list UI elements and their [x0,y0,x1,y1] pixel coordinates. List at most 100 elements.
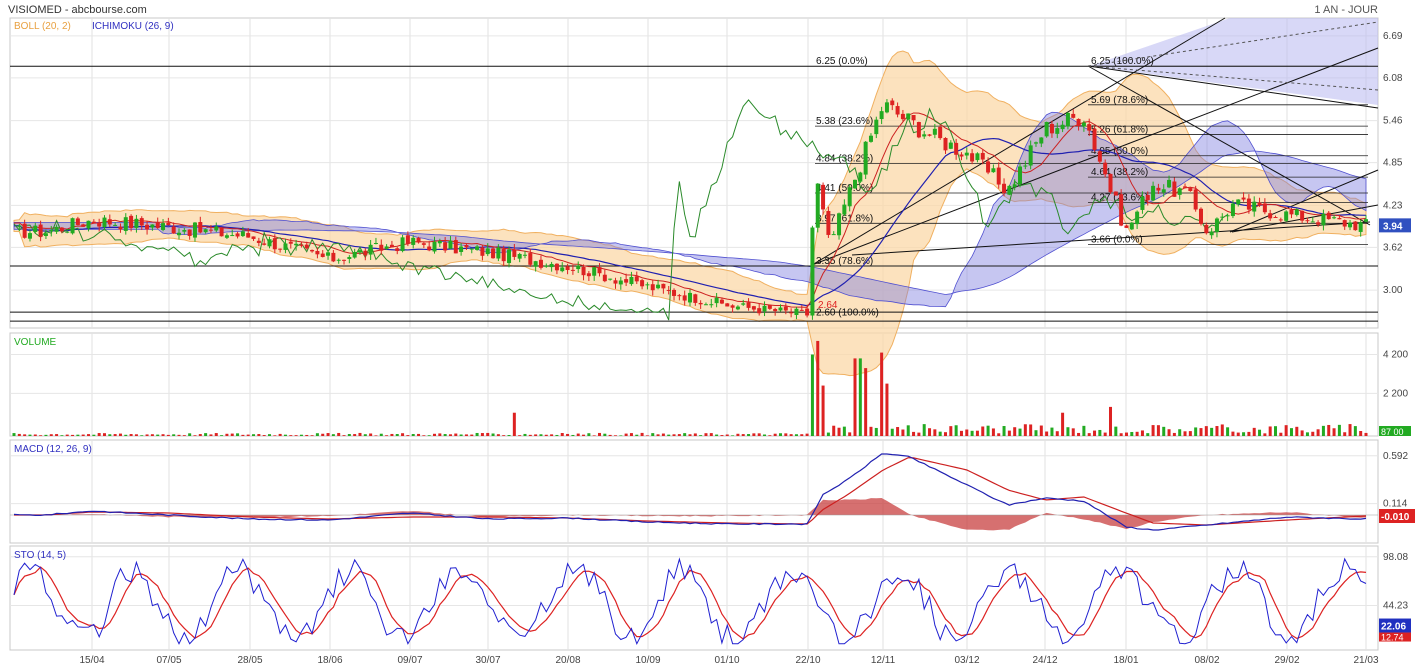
candle-body [719,299,724,304]
volume-bar [896,427,900,436]
volume-bar [433,433,437,436]
volume-bar [326,433,330,436]
volume-bar [220,435,224,436]
candle-body [645,284,650,286]
candle-body [629,276,634,285]
candle-body [735,306,740,310]
volume-bar [1018,428,1022,436]
volume-bar [406,435,410,436]
candle-body [810,227,815,316]
macd-label: MACD (12, 26, 9) [14,444,92,455]
volume-bar [118,433,122,436]
candle-body [139,218,144,226]
sto-label: STO (14, 5) [14,550,66,561]
candle-body [214,226,219,231]
volume-bar [379,433,383,436]
price-y-tick: 6.08 [1383,73,1403,84]
candle-body [916,122,921,138]
volume-bar [1242,432,1246,436]
volume-bar [1146,433,1150,436]
macd-y-tick: 0.114 [1383,499,1408,510]
volume-bar [438,433,442,436]
candle-body [757,308,762,314]
volume-bar [230,433,234,436]
candle-body [1087,124,1092,131]
volume-bar [23,434,27,436]
sto-k-value: 22.06 [1381,622,1406,633]
x-tick-label: 21/03 [1353,655,1378,666]
sto-panel [9,545,1379,651]
candle-body [1278,219,1283,221]
candle-body [1129,222,1134,230]
volume-bar [821,385,825,436]
volume-bar [869,426,873,436]
volume-bar [901,429,905,436]
volume-bar [1258,429,1262,436]
candle-body [357,250,362,253]
volume-bar [986,425,990,436]
volume-bar [683,433,687,436]
volume-bar [800,434,804,436]
volume-bar [1220,424,1224,436]
x-tick-label: 01/10 [714,655,739,666]
volume-bar [890,428,894,436]
volume-bar [252,434,256,436]
volume-bar [709,433,713,436]
volume-bar [560,433,564,436]
volume-bar [448,434,452,436]
volume-bar [965,429,969,436]
candle-body [608,278,613,280]
candle-body [150,224,155,228]
volume-bar [731,435,735,436]
volume-bar [177,434,181,436]
candle-body [672,289,677,296]
volume-bar [145,434,149,436]
candle-body [773,309,778,312]
stock-chart: VISIOMED - abcbourse.com 1 AN - JOUR 6.2… [8,4,1415,666]
candle-body [959,154,964,157]
candle-body [134,218,139,228]
candle-body [1081,122,1086,127]
volume-bar [619,435,623,436]
price-chart-layer: 6.25 (0.0%)5.38 (23.6%)4.84 (38.2%)4.41 … [10,17,1411,377]
candle-body [155,222,160,228]
volume-bar [358,432,362,436]
candle-body [464,245,469,248]
volume-bar [257,434,261,436]
volume-bar [182,435,186,436]
volume-bar [550,434,554,436]
volume-bar [374,435,378,436]
candle-body [533,261,538,267]
candle-body [272,238,277,250]
candle-body [1300,210,1305,221]
candle-body [581,266,586,276]
candle-body [1220,216,1225,218]
candle-body [906,113,911,120]
candle-body [219,227,224,237]
candle-body [251,236,256,239]
candle-body [794,308,799,315]
candle-body [389,244,394,248]
candle-body [123,217,128,231]
x-tick-label: 29/02 [1274,655,1299,666]
volume-bar [1156,425,1160,436]
volume-bar [693,433,697,436]
volume-bar [661,433,665,436]
candle-body [379,244,384,251]
candle-body [565,266,570,270]
volume-bar [763,434,767,436]
volume-bar [1151,425,1155,436]
volume-bar [773,433,777,436]
last-price-value: 3.94 [1383,221,1403,232]
candle-body [693,294,698,303]
fibonacci-label: 6.25 (0.0%) [816,56,868,67]
candle-body [528,253,533,265]
volume-bar [188,433,192,436]
candle-body [336,259,341,261]
volume-bar [337,432,341,436]
volume-bar [134,434,138,436]
candle-body [86,220,91,229]
volume-bar [555,434,559,436]
volume-bar [1305,432,1309,436]
volume-bar [959,430,963,436]
